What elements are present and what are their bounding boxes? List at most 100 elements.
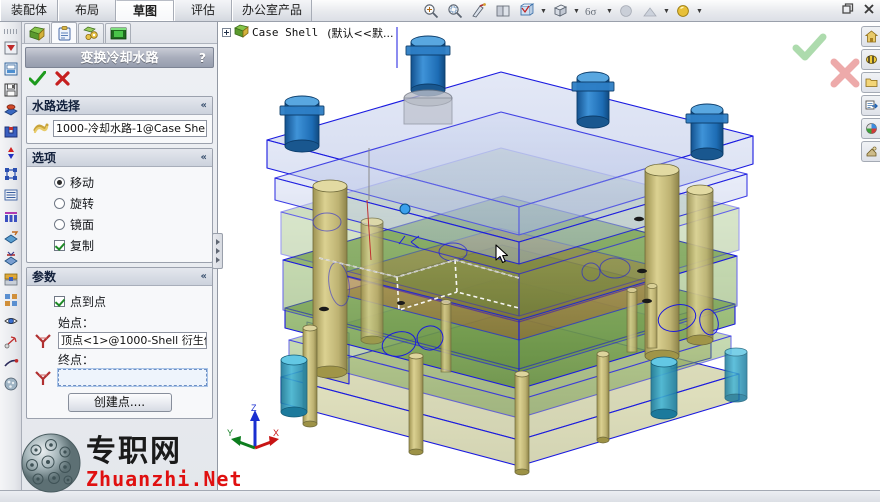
- chevron-down-icon[interactable]: ▼: [540, 1, 547, 21]
- end-point-field[interactable]: [57, 368, 208, 387]
- parting-surfaces-icon[interactable]: [1, 247, 21, 268]
- tab-sketch[interactable]: 草图: [116, 0, 174, 21]
- radio-option-rotate[interactable]: 旋转: [32, 193, 207, 214]
- end-point-row[interactable]: [32, 368, 208, 387]
- confirm-cancel-icon: [830, 58, 860, 88]
- display-style-icon[interactable]: [516, 1, 538, 21]
- assembly-features-icon[interactable]: [1, 184, 21, 205]
- appearances-scenes-icon[interactable]: [861, 141, 880, 162]
- pm-cancel-button[interactable]: [55, 71, 70, 89]
- close-window-button[interactable]: [862, 2, 876, 16]
- pm-ok-cancel-row[interactable]: [22, 68, 217, 92]
- checkbox-point-to-point[interactable]: 点到点: [32, 291, 207, 312]
- checkbox-point-to-point-icon[interactable]: [54, 296, 65, 307]
- tab-office-products[interactable]: 办公室产品: [232, 0, 313, 21]
- help-icon[interactable]: ?: [199, 48, 206, 69]
- interference-detection-icon[interactable]: [1, 310, 21, 331]
- manager-tabs[interactable]: [22, 22, 217, 44]
- tooling-split-icon[interactable]: [1, 268, 21, 289]
- start-point-label: 始点：: [58, 316, 95, 330]
- feature-tree-root-label[interactable]: Case Shell: [252, 26, 318, 39]
- chevron-up-icon[interactable]: «: [201, 268, 207, 286]
- section-properties-icon[interactable]: [1, 373, 21, 394]
- feature-tree-strip[interactable]: Case Shell (默认<<默...: [222, 24, 393, 41]
- view-palette-icon[interactable]: [861, 118, 880, 139]
- window-controls[interactable]: [841, 2, 876, 16]
- mold-assembly-model[interactable]: [219, 22, 880, 502]
- section-view-icon[interactable]: [468, 1, 490, 21]
- chevron-up-icon[interactable]: «: [201, 97, 207, 115]
- section-body-waterway-selection: 1000-冷却水路-1@Case Shell/1C: [27, 115, 212, 143]
- confirm-corner[interactable]: [792, 30, 872, 90]
- graphics-area[interactable]: Z Y X: [219, 22, 880, 502]
- dimxpert-manager-tab[interactable]: [105, 23, 131, 43]
- chevron-down-icon[interactable]: ▼: [696, 1, 703, 21]
- task-pane-dock[interactable]: [861, 26, 880, 162]
- create-point-button[interactable]: 创建点....: [67, 393, 172, 412]
- solidworks-resources-icon[interactable]: [861, 26, 880, 47]
- design-library-icon[interactable]: [861, 49, 880, 70]
- simulation-icon[interactable]: [1, 331, 21, 352]
- view-settings-icon[interactable]: [639, 1, 661, 21]
- mate-icon[interactable]: [1, 100, 21, 121]
- view-orientation-icon[interactable]: [492, 1, 514, 21]
- checkbox-copy-icon[interactable]: [54, 240, 65, 251]
- zoom-to-area-icon[interactable]: [444, 1, 466, 21]
- radio-option-mirror[interactable]: 镜面: [32, 214, 207, 235]
- panel-splitter-handle[interactable]: [212, 233, 223, 269]
- file-explorer-icon[interactable]: [861, 72, 880, 93]
- shut-off-surfaces-icon[interactable]: [1, 226, 21, 247]
- mold-tools-toolbar[interactable]: [0, 22, 22, 502]
- section-header-parameters[interactable]: 参数 «: [27, 268, 212, 286]
- section-title: 参数: [32, 270, 57, 284]
- expand-tree-icon[interactable]: [222, 28, 231, 37]
- measure-icon[interactable]: [1, 352, 21, 373]
- feature-tree-configuration-label[interactable]: (默认<<默...: [327, 25, 393, 41]
- core-icon[interactable]: [1, 289, 21, 310]
- waterway-selection-field[interactable]: 1000-冷却水路-1@Case Shell/1C: [53, 120, 207, 137]
- chevron-down-icon[interactable]: ▼: [606, 1, 613, 21]
- waterway-select-row[interactable]: 1000-冷却水路-1@Case Shell/1C: [32, 120, 207, 137]
- edit-appearance-icon[interactable]: 6σ: [582, 1, 604, 21]
- chevron-down-icon[interactable]: ▼: [663, 1, 670, 21]
- lighting-icon[interactable]: [672, 1, 694, 21]
- watermark-logo-icon: [21, 433, 81, 493]
- property-manager-tab[interactable]: [51, 22, 77, 43]
- hide-show-items-icon[interactable]: [549, 1, 571, 21]
- exploded-view-icon[interactable]: [1, 163, 21, 184]
- tab-evaluate[interactable]: 评估: [174, 0, 232, 21]
- new-part-icon[interactable]: [1, 58, 21, 79]
- parting-lines-icon[interactable]: [1, 205, 21, 226]
- chevron-down-icon[interactable]: ▼: [573, 1, 580, 21]
- ribbon-tabs[interactable]: 装配体 布局 草图 评估 办公室产品: [0, 0, 313, 22]
- radio-mirror-icon[interactable]: [54, 219, 65, 230]
- save-assembly-icon[interactable]: [1, 79, 21, 100]
- apply-scene-icon[interactable]: [615, 1, 637, 21]
- move-component-icon[interactable]: [1, 121, 21, 142]
- toolbar-grip[interactable]: [3, 29, 18, 34]
- section-header-options[interactable]: 选项 «: [27, 149, 212, 167]
- restore-window-button[interactable]: [841, 2, 855, 16]
- checkbox-option-copy[interactable]: 复制: [32, 235, 207, 256]
- radio-option-move[interactable]: 移动: [32, 172, 207, 193]
- solidworks-window: Z Y X Case Shell (默认<<默... 装配体 布局 草图 评估 …: [0, 0, 880, 502]
- start-point-row[interactable]: 顶点<1>@1000-Shell 衍生件_基: [32, 332, 207, 349]
- watermark-cn-text: 专职网: [86, 434, 182, 469]
- pm-ok-button[interactable]: [28, 70, 47, 89]
- tab-layout[interactable]: 布局: [58, 0, 116, 21]
- section-body-parameters: 点到点 始点： 顶点<1>@1000-Shell 衍生件_基 终点：: [27, 286, 212, 418]
- chevron-up-icon[interactable]: «: [201, 149, 207, 167]
- feature-manager-tab[interactable]: [24, 23, 50, 43]
- zoom-to-fit-icon[interactable]: [420, 1, 442, 21]
- rotate-component-icon[interactable]: [1, 142, 21, 163]
- insert-components-icon[interactable]: [1, 37, 21, 58]
- radio-move-icon[interactable]: [54, 177, 65, 188]
- radio-rotate-icon[interactable]: [54, 198, 65, 209]
- configuration-manager-tab[interactable]: [78, 23, 104, 43]
- section-header-waterway-selection[interactable]: 水路选择 «: [27, 97, 212, 115]
- search-icon[interactable]: [861, 95, 880, 116]
- view-toolbar[interactable]: ▼ ▼ 6σ ▼ ▼ ▼: [420, 1, 703, 21]
- tab-assembly[interactable]: 装配体: [0, 0, 58, 21]
- create-point-button-row: 创建点....: [32, 393, 207, 412]
- start-point-field[interactable]: 顶点<1>@1000-Shell 衍生件_基: [58, 332, 207, 349]
